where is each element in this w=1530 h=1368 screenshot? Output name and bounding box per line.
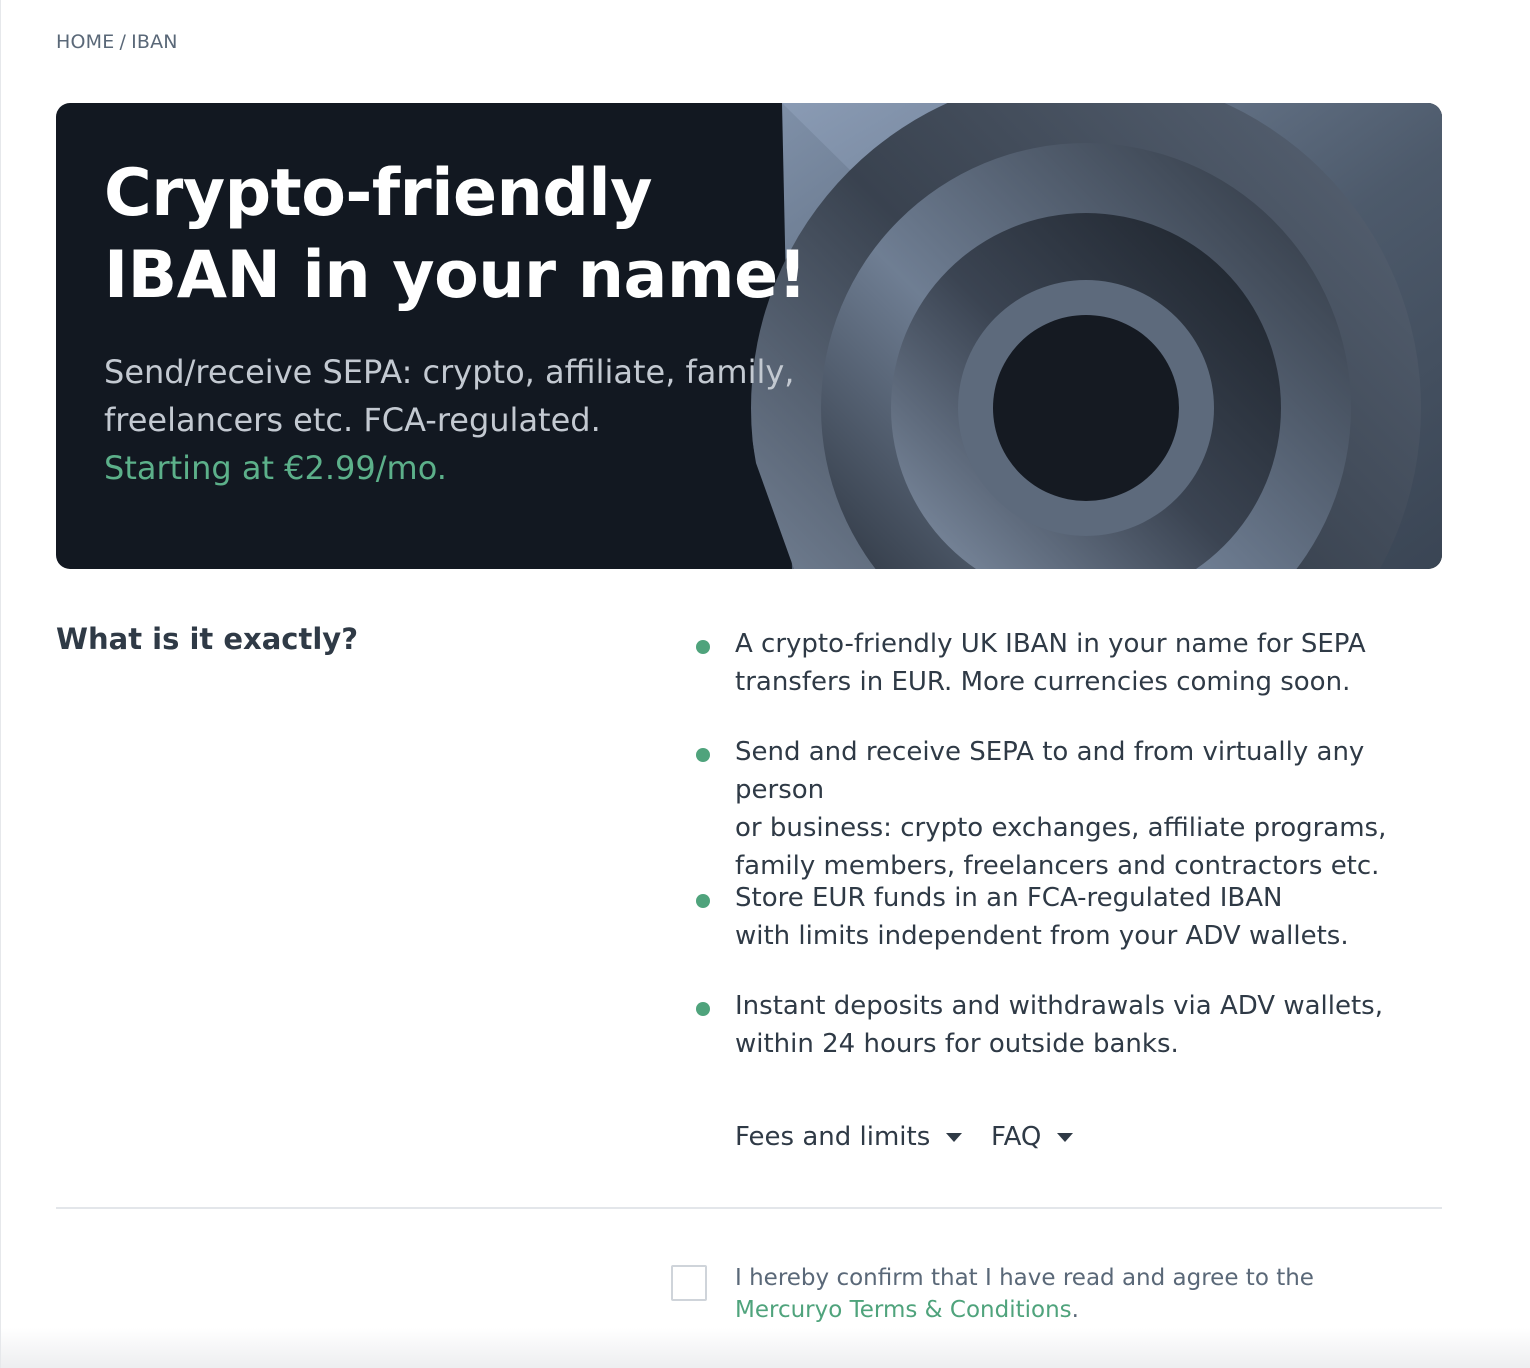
terms-consent-text: I hereby confirm that I have read and ag…: [735, 1262, 1425, 1326]
fees-and-limits-label: Fees and limits: [735, 1122, 931, 1152]
terms-link[interactable]: Mercuryo Terms & Conditions: [735, 1297, 1072, 1323]
terms-checkbox[interactable]: [671, 1265, 707, 1301]
section-title: What is it exactly?: [56, 622, 359, 656]
bottom-fade: [1, 1328, 1530, 1368]
fees-and-limits-toggle[interactable]: Fees and limits: [735, 1122, 963, 1152]
dot-icon: [696, 748, 710, 762]
feature-text: Send and receive SEPA to and from virtua…: [735, 737, 1387, 881]
faq-label: FAQ: [991, 1122, 1042, 1152]
dot-icon: [696, 1002, 710, 1016]
hero-price: Starting at €2.99/mo.: [104, 449, 447, 487]
page: HOME / IBAN Crypto-friendly IBAN in your…: [0, 0, 1530, 1368]
dot-icon: [696, 894, 710, 908]
feature-text: A crypto-friendly UK IBAN in your name f…: [735, 629, 1366, 697]
breadcrumb-separator: /: [119, 31, 127, 53]
feature-text: Instant deposits and withdrawals via ADV…: [735, 991, 1383, 1059]
hero-subtitle: Send/receive SEPA: crypto, affiliate, fa…: [104, 353, 795, 439]
hero-title: Crypto-friendly IBAN in your name!: [104, 156, 807, 313]
feature-text: Store EUR funds in an FCA-regulated IBAN…: [735, 883, 1349, 951]
caret-down-icon: [1057, 1132, 1074, 1142]
caret-down-icon: [946, 1132, 963, 1142]
divider: [56, 1207, 1442, 1209]
dot-icon: [696, 640, 710, 654]
breadcrumb: HOME / IBAN: [56, 31, 178, 53]
hero-banner: Crypto-friendly IBAN in your name! Send/…: [56, 103, 1442, 569]
consent-suffix: .: [1071, 1297, 1079, 1323]
breadcrumb-home-link[interactable]: HOME: [56, 31, 114, 53]
breadcrumb-current: IBAN: [131, 31, 178, 53]
faq-toggle[interactable]: FAQ: [991, 1122, 1074, 1152]
consent-text: I hereby confirm that I have read and ag…: [735, 1265, 1314, 1291]
